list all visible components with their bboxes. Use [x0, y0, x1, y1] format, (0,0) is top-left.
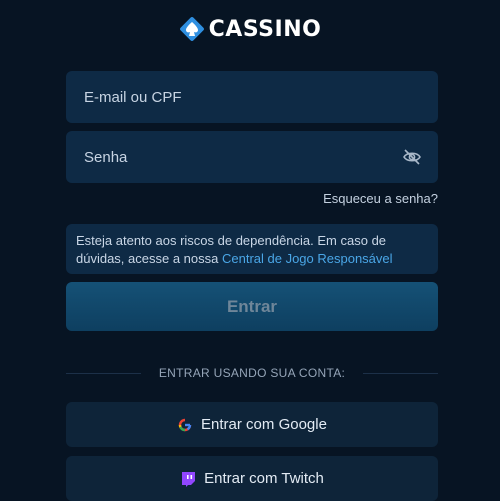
email-input[interactable] [82, 87, 422, 107]
forgot-password-link[interactable]: Esqueceu a senha? [323, 191, 438, 206]
google-login-button[interactable]: Entrar com Google [66, 402, 438, 447]
brand-logo[interactable]: CASSINO [0, 16, 500, 42]
brand-name: CASSINO [208, 16, 322, 42]
divider-label: ENTRAR USANDO SUA CONTA: [158, 366, 346, 380]
diamond-spade-icon [179, 17, 204, 41]
google-icon [178, 418, 192, 431]
email-field[interactable] [66, 71, 438, 123]
social-divider: ENTRAR USANDO SUA CONTA: [66, 364, 438, 382]
twitch-icon [182, 471, 196, 487]
password-field[interactable] [66, 131, 438, 183]
login-button[interactable]: Entrar [66, 282, 438, 331]
twitch-login-label: Entrar com Twitch [204, 470, 324, 487]
google-login-label: Entrar com Google [201, 416, 327, 433]
divider-line-right [363, 372, 438, 374]
password-input[interactable] [82, 147, 402, 167]
responsible-gaming-notice: Esteja atento aos riscos de dependência.… [66, 224, 438, 274]
divider-line-left [66, 372, 141, 374]
responsible-gaming-link[interactable]: Central de Jogo Responsável [222, 251, 393, 266]
eye-off-icon[interactable] [402, 147, 422, 167]
twitch-login-button[interactable]: Entrar com Twitch [66, 456, 438, 501]
